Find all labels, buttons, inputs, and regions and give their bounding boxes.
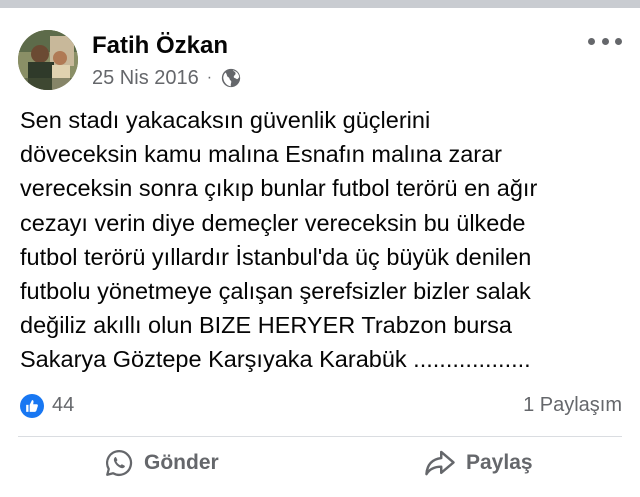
divider [18,436,622,437]
post-text-line: döveceksin kamu malına Esnafın malına za… [20,141,502,168]
share-label: Paylaş [466,451,533,474]
share-count[interactable]: 1 Paylaşım [523,394,622,417]
post-text-line: futbol terörü yıllardır İstanbul'da üç b… [20,243,532,270]
action-bar: Gönder Paylaş [0,440,640,490]
more-options-icon[interactable] [588,34,622,48]
more-dot [601,37,609,45]
post-text-line: cezayı verin diye demeçler vereceksin bu… [20,209,526,236]
more-dot [588,37,595,45]
avatar[interactable] [18,30,78,90]
post-text-line: Sen stadı yakacaksın güvenlik güçlerini [20,107,431,133]
share-arrow-icon [425,450,455,476]
top-separator-strip [0,0,640,8]
post-text-line: değiliz akıllı olun BIZE HERYER Trabzon … [20,312,512,339]
post-text-line: vereceksin sonra çıkıp bunlar futbol ter… [20,175,538,202]
post-text-line: futbolu yönetmeye çalışan şerefsizler bi… [20,278,531,305]
share-button[interactable]: Paylaş [424,446,533,480]
like-count[interactable]: 44 [52,394,74,417]
post-meta: 25 Nis 2016 · [92,66,242,90]
send-label: Gönder [144,451,219,474]
post-text-line: Sakarya Göztepe Karşıyaka Karabük ......… [20,346,531,373]
meta-separator: · [206,69,213,86]
avatar-photo [18,30,78,90]
post-header: Fatih Özkan 25 Nis 2016 · [0,8,640,100]
author-name[interactable]: Fatih Özkan [92,32,228,60]
like-reaction-icon[interactable] [20,394,44,418]
reaction-stats: 44 1 Paylaşım [0,390,640,426]
post-body-text: Sen stadı yakacaksın güvenlik güçlerini … [20,103,625,377]
globe-icon [221,68,241,88]
more-dot [615,37,622,45]
whatsapp-icon [106,449,133,476]
send-button[interactable]: Gönder [104,446,219,480]
post-date[interactable]: 25 Nis 2016 [92,67,199,90]
thumbs-up-icon [26,400,38,412]
